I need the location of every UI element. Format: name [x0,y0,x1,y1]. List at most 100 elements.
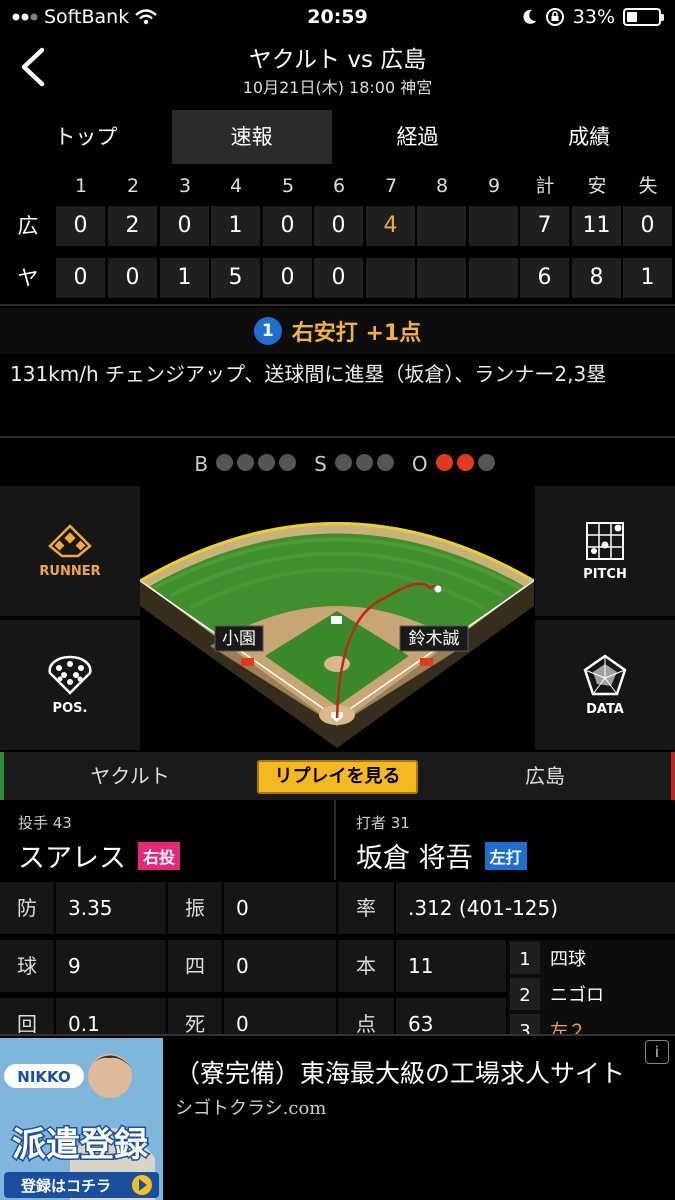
inning-header: 5 [281,175,295,197]
at-bat-number: 1 [510,942,540,974]
play-headline: 1 右安打 +1点 [0,308,675,354]
inning-score: 0 [263,206,312,246]
stat-key: 四 [168,940,222,992]
ad-brand: NIKKO [17,1068,70,1086]
battery-percent: 33% [572,6,615,28]
pitcher-name: スアレス [18,843,126,874]
data-button[interactable]: DATA [535,620,675,750]
inning-header: 3 [178,175,192,197]
total-score: 11 [572,206,621,246]
total-score: 8 [572,258,621,298]
count-dot [258,454,276,471]
runner-first-name: 鈴木誠 [409,629,460,649]
stat-key: 本 [338,940,394,992]
inning-score: 0 [108,258,157,298]
ball-landing-point [434,585,442,593]
count-dot [355,454,373,471]
inning-header: 2 [126,175,140,197]
moon-icon [523,9,536,24]
pitch-label: PITCH [583,566,627,582]
pitcher-role: 投手 43 [18,814,72,832]
pitcher-hand-badge: 右投 [138,841,181,870]
stat-value: 9 [56,940,166,992]
stat-value: 11 [396,940,506,992]
at-bat-row: 1 四球 [508,942,673,978]
batter-hand-badge: 左打 [484,841,527,870]
first-base-occupied [420,658,433,666]
stat-key: 率 [338,882,394,934]
at-bat-number: 2 [510,978,540,1010]
ad-banner[interactable]: NIKKO 派遣登録 登録はコチラ （寮完備）東海最大級の工場求人サイト シゴト… [0,1034,675,1200]
at-bat-result: 四球 [550,949,586,970]
tab-bar: トップ 速報 経過 成績 [0,110,675,164]
runner-button[interactable]: RUNNER [0,486,140,616]
inning-header: 9 [487,175,501,197]
ad-image-cta: 登録はコチラ [20,1177,111,1195]
outs-dots [434,452,497,476]
divider [0,304,675,306]
team-bar: ヤクルト リプレイを見る 広島 [0,752,675,800]
pitch-grid-icon [586,521,624,560]
tab-stats[interactable]: 成績 [503,110,675,164]
inning-score: 1 [211,206,260,246]
pitcher-panel[interactable]: 投手 43 スアレス 右投 [0,800,336,880]
count-dot [435,454,453,471]
tab-progress[interactable]: 経過 [332,110,504,164]
inning-header: 1 [74,175,88,197]
balls-dots [214,452,298,476]
play-number-badge: 1 [253,317,282,345]
batter-panel[interactable]: 打者 31 坂倉 将吾 左打 [338,800,675,880]
play-description: 131km/h チェンジアップ、送球間に進塁（坂倉）、ランナー2,3塁 [10,362,607,386]
strikes-label: S [314,452,327,476]
ad-image[interactable]: NIKKO 派遣登録 登録はコチラ [0,1038,163,1200]
inning-score: 0 [160,206,209,246]
strikes-dots [333,452,396,476]
inning-header: 安 [587,175,607,197]
page-title: ヤクルト vs 広島 [248,47,427,73]
inning-header: 4 [229,175,243,197]
second-base [331,616,342,624]
inning-score [469,206,518,246]
total-score: 6 [520,258,569,298]
inning-header: 失 [638,175,658,197]
balls-label: B [194,452,209,476]
inning-score [417,206,466,246]
stat-key: 防 [0,882,54,934]
stat-key: 球 [0,940,54,992]
ad-domain[interactable]: シゴトクラシ.com [175,1094,326,1120]
stat-key: 振 [168,882,222,934]
pitch-button[interactable]: PITCH [535,486,675,616]
positions-icon [48,655,92,695]
stat-value: 0 [224,940,336,992]
tab-top[interactable]: トップ [0,110,172,164]
inning-score: 5 [211,258,260,298]
inning-score: 0 [56,206,105,246]
inning-score: 0 [263,258,312,298]
away-team-color [671,752,675,800]
game-info: 10月21日(木) 18:00 神宮 [242,78,433,97]
ad-headline[interactable]: （寮完備）東海最大級の工場求人サイト [175,1054,625,1090]
home-team-name[interactable]: ヤクルト [40,752,220,800]
home-team-color [0,752,4,800]
away-team-name[interactable]: 広島 [455,752,635,800]
count-dot [334,454,352,471]
outs-label: O [411,452,428,476]
pitchers-mound [324,656,350,672]
runner-label: RUNNER [39,563,101,579]
count-dot [216,454,234,471]
positions-button[interactable]: POS. [0,620,140,750]
inning-score [417,258,466,298]
battery-icon [623,8,664,26]
tab-live[interactable]: 速報 [171,110,332,164]
inning-score: 0 [314,206,363,246]
inning-score: 2 [108,206,157,246]
divider [0,436,675,438]
ball-count: B S O [0,446,675,482]
ad-info-icon[interactable]: i [645,1040,669,1064]
inning-score: 0 [56,258,105,298]
at-bat-result: ニゴロ [550,985,604,1006]
team-abbr: 広 [17,214,39,238]
replay-button[interactable]: リプレイを見る [257,760,418,794]
at-bat-row: 2 ニゴロ [508,978,673,1014]
radar-chart-icon [583,653,627,695]
